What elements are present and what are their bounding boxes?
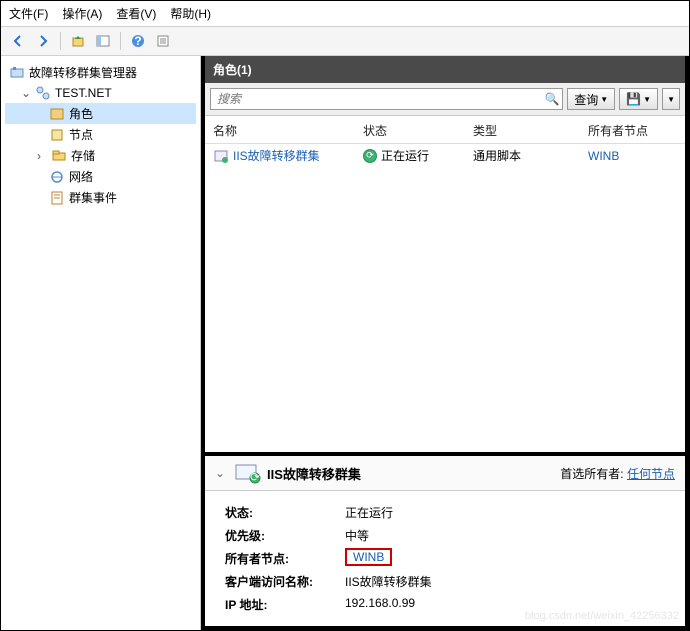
- nodes-icon: [49, 127, 65, 143]
- val-priority: 中等: [345, 527, 369, 544]
- expand-icon[interactable]: ⌄: [21, 86, 31, 100]
- tree-storage[interactable]: › 存储: [5, 145, 196, 166]
- chevron-down-icon: ▼: [600, 95, 608, 104]
- menu-file[interactable]: 文件(F): [9, 5, 48, 22]
- storage-icon: [51, 148, 67, 164]
- query-button[interactable]: 查询 ▼: [567, 88, 615, 110]
- panel-title: 角色(1): [205, 56, 685, 83]
- type-text: 通用脚本: [473, 147, 588, 164]
- menu-bar: 文件(F) 操作(A) 查看(V) 帮助(H): [1, 1, 689, 26]
- pref-owner-link[interactable]: 任何节点: [627, 467, 675, 481]
- tree-root-label: 故障转移群集管理器: [29, 64, 137, 81]
- role-name-link[interactable]: IIS故障转移群集: [233, 147, 320, 164]
- role-icon: [213, 148, 229, 164]
- status-running-icon: ⟳: [363, 149, 377, 163]
- tree-cluster-label: TEST.NET: [55, 86, 112, 100]
- more-button[interactable]: ▼: [662, 88, 680, 110]
- tree-nodes-label: 节点: [69, 126, 93, 143]
- tree-view[interactable]: 故障转移群集管理器 ⌄ TEST.NET 角色 节点 › 存储 网络 群集事件: [1, 56, 201, 630]
- tree-root[interactable]: 故障转移群集管理器: [5, 62, 196, 83]
- toolbar: ?: [1, 26, 689, 56]
- roles-icon: [49, 106, 65, 122]
- tree-cluster[interactable]: ⌄ TEST.NET: [5, 83, 196, 103]
- search-icon[interactable]: 🔍: [542, 92, 562, 106]
- query-label: 查询: [574, 91, 598, 108]
- expand-icon[interactable]: ›: [37, 149, 47, 163]
- tree-nodes[interactable]: 节点: [5, 124, 196, 145]
- val-client: IIS故障转移群集: [345, 573, 432, 590]
- help-button[interactable]: ?: [127, 30, 149, 52]
- tree-events[interactable]: 群集事件: [5, 187, 196, 208]
- chevron-down-icon: ▼: [667, 95, 675, 104]
- properties-button[interactable]: [152, 30, 174, 52]
- svg-text:?: ?: [134, 34, 141, 48]
- events-icon: [49, 190, 65, 206]
- lbl-priority: 优先级:: [225, 527, 345, 544]
- status-text: 正在运行: [381, 147, 429, 164]
- owner-text: WINB: [588, 149, 677, 163]
- cluster-manager-icon: [9, 65, 25, 81]
- menu-action[interactable]: 操作(A): [62, 5, 102, 22]
- tree-roles[interactable]: 角色: [5, 103, 196, 124]
- search-input[interactable]: [211, 92, 542, 106]
- list-row[interactable]: IIS故障转移群集 ⟳ 正在运行 通用脚本 WINB: [205, 144, 685, 167]
- detail-title: IIS故障转移群集: [267, 464, 361, 483]
- col-type[interactable]: 类型: [473, 122, 588, 139]
- lbl-client: 客户端访问名称:: [225, 573, 345, 590]
- column-headers: 名称 状态 类型 所有者节点: [205, 116, 685, 144]
- list-area[interactable]: IIS故障转移群集 ⟳ 正在运行 通用脚本 WINB: [205, 144, 685, 448]
- tree-roles-label: 角色: [69, 105, 93, 122]
- col-status[interactable]: 状态: [363, 122, 473, 139]
- menu-view[interactable]: 查看(V): [116, 5, 156, 22]
- menu-help[interactable]: 帮助(H): [170, 5, 211, 22]
- val-status: 正在运行: [345, 504, 393, 521]
- save-button[interactable]: 💾 ▼: [619, 88, 658, 110]
- chevron-down-icon: ▼: [643, 95, 651, 104]
- role-icon: ⟳: [233, 462, 261, 484]
- networks-icon: [49, 169, 65, 185]
- collapse-icon[interactable]: ⌄: [215, 466, 233, 480]
- save-icon: 💾: [626, 92, 641, 106]
- up-button[interactable]: [67, 30, 89, 52]
- search-row: 🔍 查询 ▼ 💾 ▼ ▼: [205, 83, 685, 116]
- back-button[interactable]: [7, 30, 29, 52]
- tree-events-label: 群集事件: [69, 189, 117, 206]
- forward-button[interactable]: [32, 30, 54, 52]
- cluster-icon: [35, 85, 51, 101]
- search-box: 🔍: [210, 88, 563, 110]
- lbl-ip: IP 地址:: [225, 596, 345, 613]
- val-ip: 192.168.0.99: [345, 596, 415, 613]
- tree-networks[interactable]: 网络: [5, 166, 196, 187]
- detail-panel: ⌄ ⟳ IIS故障转移群集 首选所有者: 任何节点 状态:正在运行 优先级:中等…: [205, 452, 685, 626]
- val-owner: WINB: [345, 548, 392, 566]
- show-hide-tree-button[interactable]: [92, 30, 114, 52]
- tree-networks-label: 网络: [69, 168, 93, 185]
- lbl-owner: 所有者节点:: [225, 550, 345, 567]
- tree-storage-label: 存储: [71, 147, 95, 164]
- pref-owner-label: 首选所有者:: [560, 467, 623, 481]
- svg-text:⟳: ⟳: [250, 470, 260, 484]
- col-owner[interactable]: 所有者节点: [588, 122, 677, 139]
- lbl-status: 状态:: [225, 504, 345, 521]
- col-name[interactable]: 名称: [213, 122, 363, 139]
